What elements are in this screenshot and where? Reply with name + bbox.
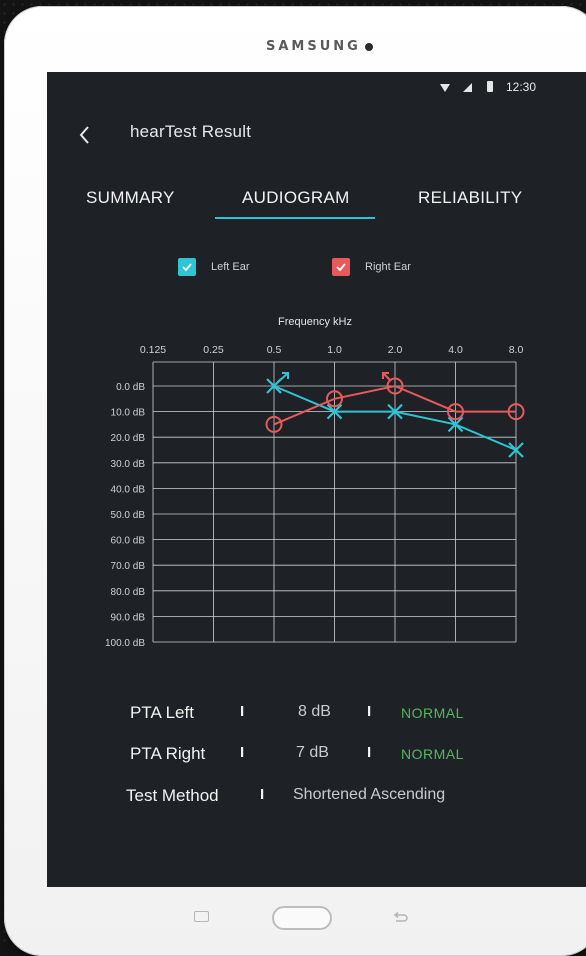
- y-tick-label: 70.0 dB: [111, 561, 146, 572]
- x-tick-label: 8.0: [509, 344, 524, 356]
- y-tick-label: 30.0 dB: [111, 459, 146, 470]
- test-method-value: Shortened Ascending: [293, 786, 446, 803]
- summary-row-pta-right: PTA Right I 7 dB I NORMAL: [47, 744, 586, 766]
- y-tick-label: 50.0 dB: [111, 510, 146, 521]
- return-icon: [393, 911, 408, 922]
- y-tick-label: 40.0 dB: [111, 484, 146, 495]
- y-tick-label: 90.0 dB: [111, 612, 146, 623]
- separator: I: [240, 744, 245, 761]
- audiogram-chart: Frequency kHz 0.125 0.25 0.5 1.0 2.0 4.0 8.0 0.0…: [105, 316, 525, 649]
- y-tick-label: 0.0 dB: [116, 382, 145, 393]
- y-tick-label: 60.0 dB: [111, 536, 146, 547]
- x-tick-label: 0.5: [267, 344, 282, 356]
- summary-row-pta-left: PTA Left I 8 dB I NORMAL: [47, 703, 586, 725]
- separator: I: [260, 786, 265, 803]
- pta-right-label: PTA Right: [130, 744, 206, 763]
- recent-apps-button[interactable]: [194, 911, 209, 922]
- x-tick-label: 0.25: [203, 344, 224, 356]
- x-tick-label: 4.0: [448, 344, 463, 356]
- separator: I: [240, 703, 245, 720]
- summary-row-test-method: Test Method I Shortened Ascending: [47, 786, 586, 808]
- brand-logo: SAMSUNG: [266, 39, 361, 54]
- left-ear-response-arrow: [277, 373, 288, 383]
- camera-icon: [365, 43, 373, 51]
- pta-left-status: NORMAL: [401, 705, 464, 721]
- y-tick-label: 80.0 dB: [111, 587, 146, 598]
- pta-left-label: PTA Left: [130, 703, 194, 722]
- separator: I: [367, 744, 372, 761]
- pta-right-status: NORMAL: [401, 746, 464, 762]
- back-button[interactable]: [391, 911, 409, 923]
- separator: I: [367, 703, 372, 720]
- test-method-label: Test Method: [126, 786, 219, 805]
- chart-title: Frequency kHz: [278, 316, 352, 328]
- app-screen: 12:30 hearTest Result SUMMARY AUDIOGRAM …: [47, 72, 586, 887]
- x-tick-label: 1.0: [327, 344, 342, 356]
- pta-left-value: 8 dB: [298, 703, 331, 720]
- home-button[interactable]: [272, 906, 332, 930]
- pta-right-value: 7 dB: [296, 744, 329, 761]
- y-tick-label: 20.0 dB: [111, 433, 146, 444]
- right-ear-response-arrow: [383, 373, 392, 382]
- y-tick-label: 10.0 dB: [111, 408, 146, 419]
- x-tick-label: 0.125: [140, 344, 166, 356]
- x-tick-label: 2.0: [388, 344, 403, 356]
- y-tick-label: 100.0 dB: [105, 638, 145, 649]
